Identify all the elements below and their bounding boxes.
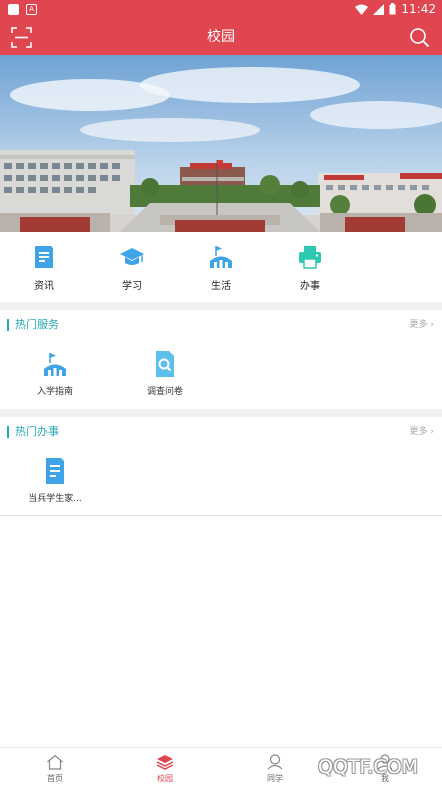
layers-icon xyxy=(156,755,174,770)
more-link[interactable]: 更多 › xyxy=(410,417,434,447)
campus-photo xyxy=(0,55,442,232)
graduation-cap-icon xyxy=(120,248,144,265)
search-icon[interactable] xyxy=(409,27,430,48)
quick-link-news[interactable]: 资讯 xyxy=(14,244,74,292)
battery-icon xyxy=(389,3,396,15)
tab-home[interactable]: 首页 xyxy=(0,748,110,786)
divider xyxy=(0,302,442,310)
quick-link-life[interactable]: 生活 xyxy=(191,244,251,292)
tab-classmates[interactable]: 同学 xyxy=(220,748,330,786)
notification-icon xyxy=(8,4,19,15)
affair-label: 当兵学生家... xyxy=(28,494,82,504)
section-accent-bar xyxy=(7,426,9,438)
section-header: 热门办事 更多 › xyxy=(0,417,442,447)
quick-link-study[interactable]: 学习 xyxy=(102,244,162,292)
divider xyxy=(0,409,442,417)
page-title: 校园 xyxy=(207,29,235,45)
more-link[interactable]: 更多 › xyxy=(410,310,434,340)
hot-affairs-section: 热门办事 更多 › 当兵学生家... xyxy=(0,417,442,516)
clock: 11:42 xyxy=(401,2,436,16)
section-title: 热门服务 xyxy=(15,318,59,331)
hot-services-section: 热门服务 更多 › 入学指南 调查问卷 xyxy=(0,310,442,409)
printer-icon xyxy=(299,246,321,269)
service-label: 入学指南 xyxy=(36,387,73,397)
classmates-icon xyxy=(267,754,283,770)
quick-links: 资讯 学习 生活 办事 xyxy=(0,232,442,302)
more-label: 更多 xyxy=(409,320,428,330)
stadium-flag-icon xyxy=(210,246,232,268)
service-item[interactable]: 调查问卷 xyxy=(120,350,210,397)
status-bar: A 11:42 xyxy=(0,0,442,20)
tab-label: 首页 xyxy=(47,774,63,783)
signal-icon xyxy=(373,3,385,15)
notification-a-icon: A xyxy=(26,4,37,15)
section-header: 热门服务 更多 › xyxy=(0,310,442,340)
stadium-flag-icon xyxy=(44,353,66,376)
tab-label: 同学 xyxy=(267,774,283,783)
service-label: 调查问卷 xyxy=(146,387,183,397)
quick-link-label: 学习 xyxy=(122,281,142,292)
more-label: 更多 xyxy=(409,427,428,437)
watermark: QQTF.COM xyxy=(318,756,419,778)
service-item[interactable]: 入学指南 xyxy=(10,350,100,397)
section-title: 热门办事 xyxy=(15,425,59,438)
wifi-icon xyxy=(355,4,369,15)
campus-banner[interactable] xyxy=(0,55,442,232)
quick-link-label: 办事 xyxy=(300,281,320,292)
news-doc-icon xyxy=(35,246,53,268)
section-accent-bar xyxy=(7,319,9,331)
affair-item[interactable]: 当兵学生家... xyxy=(10,457,100,504)
document-icon xyxy=(46,458,64,484)
tab-label: 校园 xyxy=(157,774,173,783)
app-bar: 校园 xyxy=(0,20,442,55)
search-doc-icon xyxy=(156,351,174,377)
quick-link-label: 生活 xyxy=(211,281,231,292)
tab-campus[interactable]: 校园 xyxy=(110,748,220,786)
quick-link-affairs[interactable]: 办事 xyxy=(280,244,340,292)
quick-link-label: 资讯 xyxy=(34,281,54,292)
home-icon xyxy=(47,754,63,770)
